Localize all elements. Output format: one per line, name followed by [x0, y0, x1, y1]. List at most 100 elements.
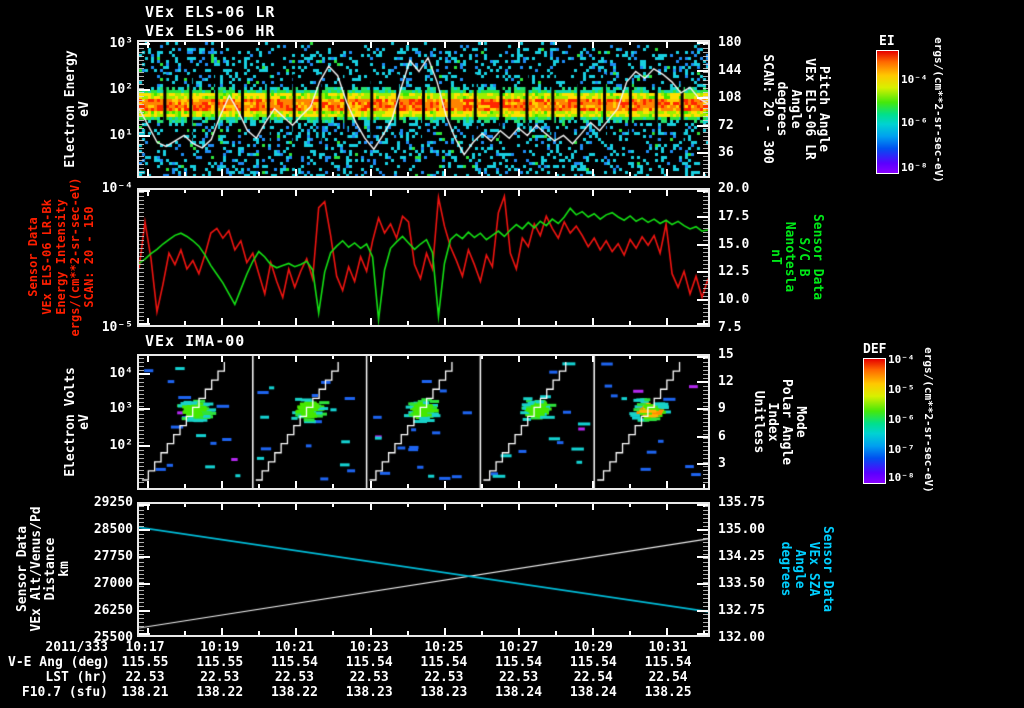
y-tick-label: 72 — [718, 118, 734, 133]
x-tick — [592, 190, 595, 196]
x-tick — [629, 321, 632, 325]
y-tick-label: 20.0 — [718, 181, 750, 196]
footer-value: 115.54 — [495, 655, 543, 670]
x-tick — [221, 504, 224, 510]
vex-orbit-plot-page: VEx ELS-06 LR VEx ELS-06 HR VEx IMA-00 E… — [0, 0, 1024, 708]
axis-label-line: Electron Energy — [63, 50, 78, 168]
x-tick — [517, 169, 520, 176]
x-tick — [666, 42, 669, 48]
x-tick — [258, 321, 261, 325]
x-tick — [369, 356, 372, 362]
x-tick — [480, 321, 483, 325]
y-tick-label: 134.25 — [718, 549, 765, 564]
x-tick — [295, 628, 298, 635]
panel1-title-line1: VEx ELS-06 LR — [145, 3, 276, 21]
x-tick — [703, 321, 706, 325]
x-tick — [666, 356, 669, 362]
x-tick — [332, 321, 335, 325]
x-tick — [295, 356, 298, 362]
x-tick — [555, 356, 558, 359]
x-tick — [221, 356, 224, 362]
x-tick — [592, 318, 595, 325]
y-tick-label: 180 — [718, 35, 742, 51]
y-tick-label: 132.75 — [718, 603, 765, 618]
footer-value: 115.54 — [569, 655, 617, 670]
x-tick — [666, 169, 669, 176]
y-tick-label: 10² — [109, 81, 133, 97]
footer-value: 22.54 — [648, 670, 688, 685]
x-tick — [555, 172, 558, 176]
axis-label-line: Electron Volts — [63, 367, 78, 477]
colorbar-tick-label: 10⁻⁶ — [901, 116, 928, 130]
x-tick — [369, 481, 372, 488]
y-major-tick — [697, 152, 708, 155]
x-tick — [555, 190, 558, 193]
axis-label-line: VEx SZA — [806, 541, 821, 597]
x-tick — [332, 190, 335, 193]
x-tick — [629, 631, 632, 635]
colorbar-tick-label: 10⁻⁷ — [888, 442, 915, 456]
x-tick — [480, 190, 483, 193]
x-tick — [480, 42, 483, 45]
x-tick — [295, 504, 298, 510]
y-tick-label: 9 — [718, 401, 726, 417]
x-tick — [703, 484, 706, 488]
x-tick — [666, 504, 669, 510]
y-major-tick — [697, 381, 708, 384]
footer-value: 138.23 — [420, 685, 468, 700]
y-major-tick — [697, 69, 708, 72]
x-tick — [629, 484, 632, 488]
y-major-tick — [139, 373, 150, 376]
x-tick — [332, 172, 335, 176]
footer-value: 115.54 — [420, 655, 468, 670]
x-tick — [369, 318, 372, 325]
x-tick — [480, 631, 483, 635]
axis-label-line: eV — [77, 414, 92, 430]
axis-label-line: degrees — [774, 81, 789, 137]
axis-label-line: Index — [765, 402, 780, 442]
footer-row-label: LST (hr) — [45, 670, 108, 685]
x-tick — [555, 631, 558, 635]
footer-value: 138.24 — [569, 685, 617, 700]
footer-value: 115.54 — [644, 655, 692, 670]
y-major-tick — [697, 610, 708, 612]
x-tick — [221, 481, 224, 488]
y-tick-label: 10⁻⁴ — [101, 181, 133, 196]
intensity-b-line-canvas — [139, 190, 708, 325]
y-tick-label: 10³ — [109, 36, 133, 52]
axis-label-line: Nanotesla — [782, 221, 797, 293]
y-tick-label: 17.5 — [718, 208, 750, 224]
x-tick — [406, 631, 409, 635]
x-tick — [666, 318, 669, 325]
x-tick — [703, 42, 706, 45]
x-tick — [703, 504, 706, 507]
x-tick — [258, 42, 261, 45]
axis-label-line: VEx ELS-06 LR-Bk — [40, 199, 54, 315]
y-tick-label: 135.00 — [718, 522, 765, 537]
x-tick — [443, 356, 446, 362]
colorbar-ei — [876, 50, 899, 174]
axis-label-line: Sensor Data — [820, 525, 835, 613]
axis-label-line: degrees — [778, 541, 793, 597]
x-tick — [184, 504, 187, 507]
y-major-tick — [697, 556, 708, 558]
time-tick-label: 10:27 — [499, 640, 539, 655]
colorbar-tick-label: 10⁻⁸ — [901, 160, 928, 174]
x-tick — [592, 628, 595, 635]
x-tick — [295, 169, 298, 176]
x-tick — [369, 169, 372, 176]
panel1-title-line2: VEx ELS-06 HR — [145, 22, 276, 40]
x-tick — [443, 169, 446, 176]
footer-value: 22.53 — [125, 670, 165, 685]
footer-value: 115.55 — [121, 655, 169, 670]
axis-label-line: Sensor Data — [26, 217, 40, 297]
x-tick — [184, 42, 187, 45]
x-tick — [406, 504, 409, 507]
x-tick — [295, 42, 298, 48]
footer-value: 22.53 — [274, 670, 315, 685]
x-tick — [666, 190, 669, 196]
y-tick-label: 10⁻⁵ — [101, 320, 133, 335]
x-tick — [146, 356, 149, 362]
y-tick-label: 10² — [109, 438, 133, 454]
x-tick — [629, 172, 632, 176]
